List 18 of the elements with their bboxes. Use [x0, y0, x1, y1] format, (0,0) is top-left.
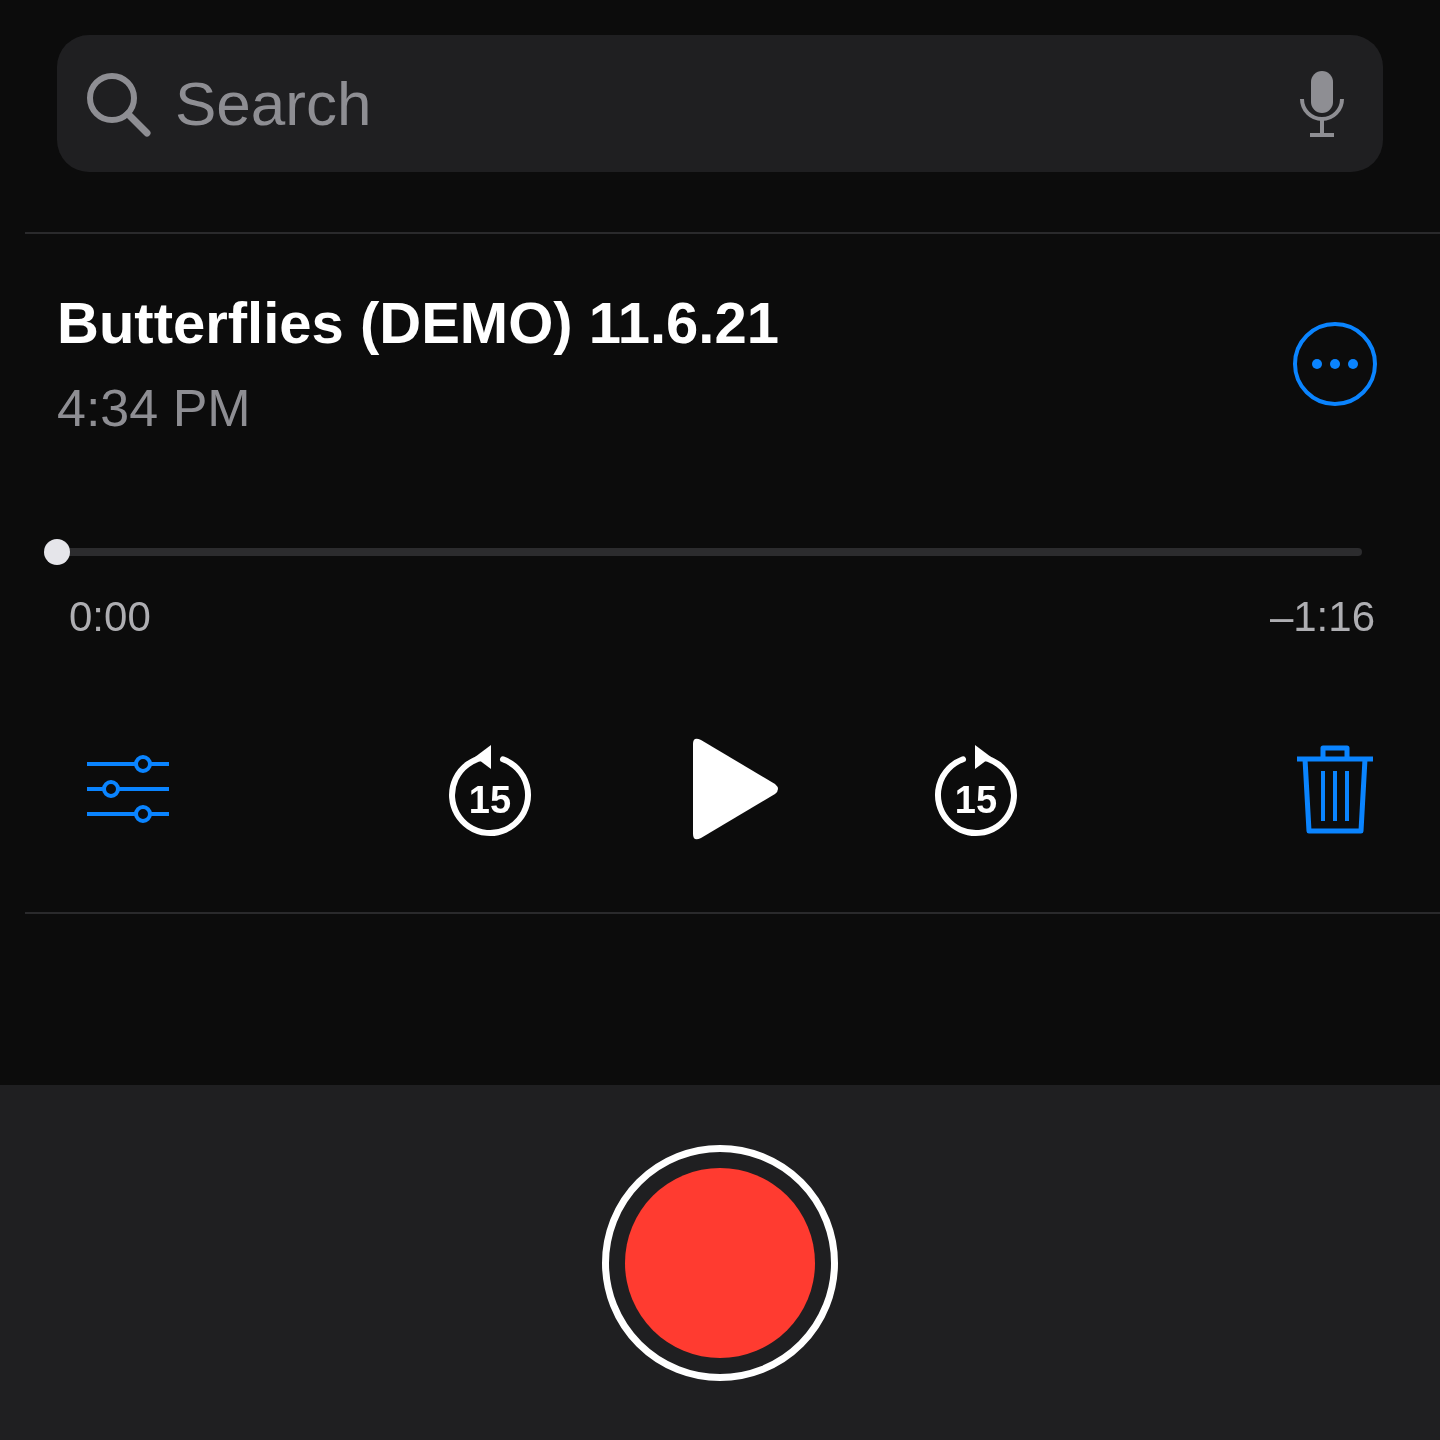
delete-button[interactable] — [1295, 743, 1375, 835]
microphone-icon[interactable] — [1297, 68, 1347, 139]
recording-time: 4:34 PM — [57, 378, 252, 438]
search-field[interactable]: Search — [173, 67, 1275, 140]
search-icon — [85, 70, 151, 137]
search-bar[interactable]: Search — [57, 35, 1383, 172]
slider-thumb[interactable] — [44, 539, 70, 565]
sliders-icon — [85, 754, 171, 824]
options-button[interactable] — [85, 754, 171, 824]
trash-icon — [1295, 743, 1375, 835]
skip-seconds: 15 — [953, 779, 999, 822]
recording-title: Butterflies (DEMO) 11.6.21 — [57, 289, 779, 356]
skip-forward-button[interactable]: 15 — [931, 739, 1021, 839]
skip-seconds: 15 — [467, 779, 513, 822]
skip-back-button[interactable]: 15 — [445, 739, 535, 839]
remaining-time: –1:16 — [1269, 593, 1375, 641]
elapsed-time: 0:00 — [69, 593, 151, 641]
more-button[interactable] — [1293, 321, 1377, 406]
